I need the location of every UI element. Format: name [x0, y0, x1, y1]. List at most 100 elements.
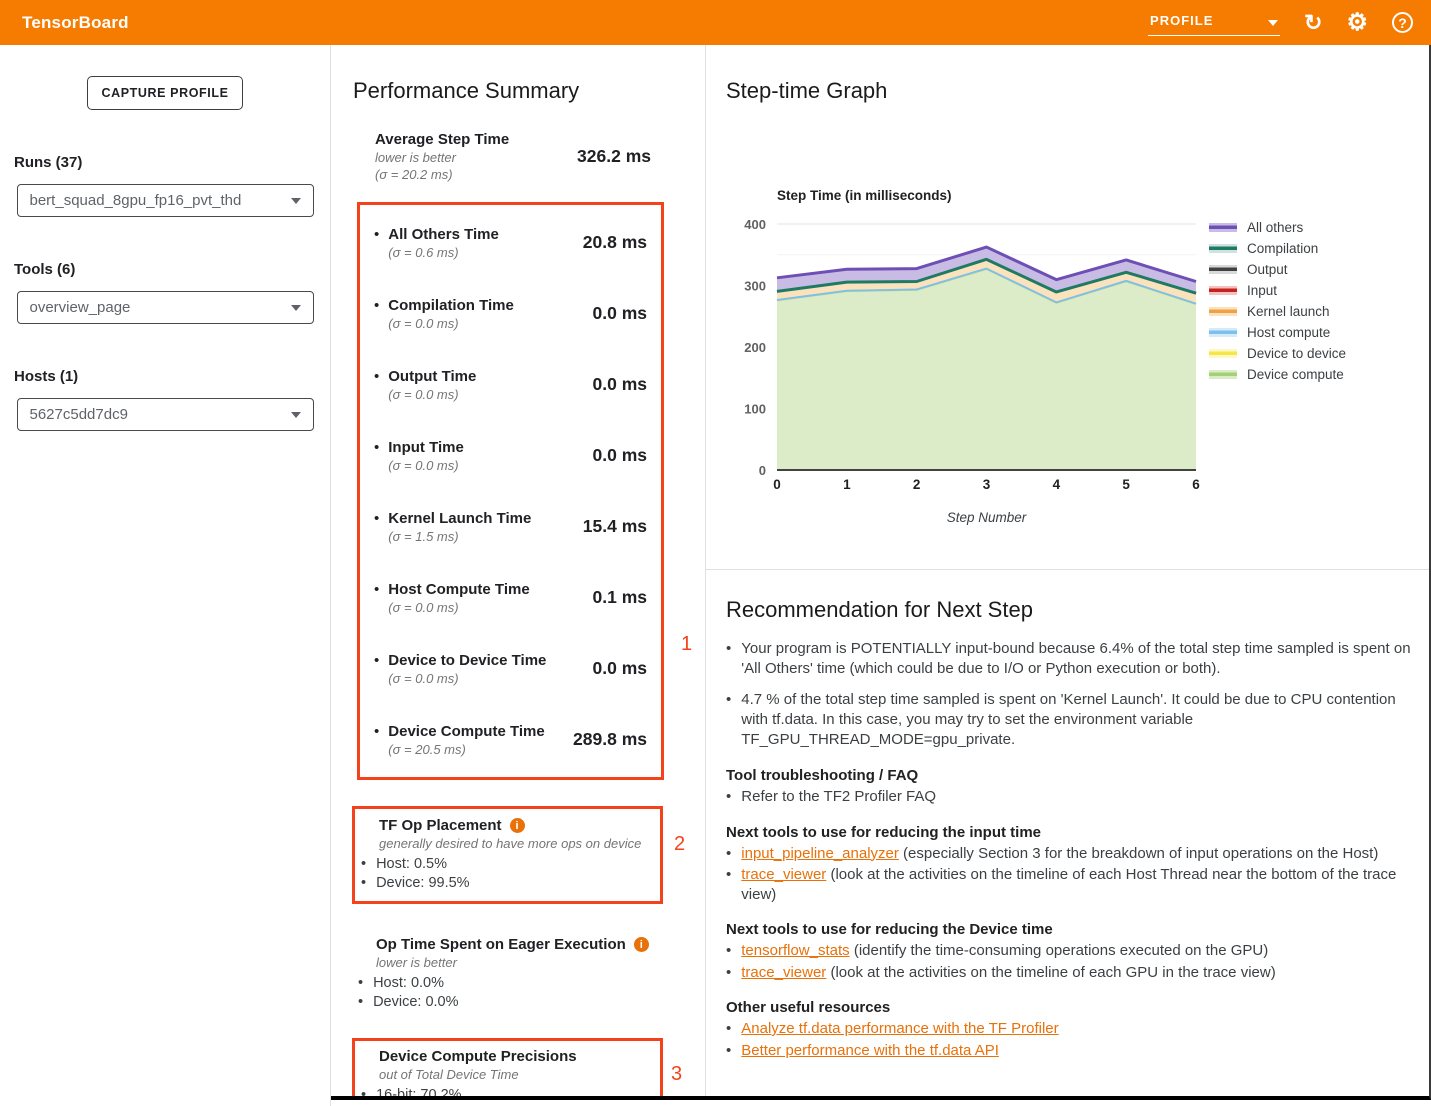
- section-list: • tensorflow_stats (identify the time-con…: [726, 941, 1416, 982]
- legend-swatch-line: [1209, 289, 1237, 293]
- metric-value: 0.0 ms: [593, 445, 647, 466]
- list-item-text: Host: 0.5%: [376, 855, 447, 874]
- help-icon[interactable]: ?: [1392, 12, 1413, 33]
- x-tick-label: 1: [843, 477, 851, 492]
- metric-value: 20.8 ms: [583, 232, 647, 253]
- breakdown-item: •Input Time(σ = 0.0 ms)0.0 ms: [374, 420, 647, 491]
- x-axis-label: Step Number: [947, 510, 1027, 525]
- legend-swatch-line: [1209, 331, 1237, 335]
- section-list: •input_pipeline_analyzer (especially Sec…: [726, 844, 1416, 905]
- legend-item-output: Output: [1209, 262, 1288, 277]
- step-time-chart: Step Time (in milliseconds)0100200300400…: [706, 183, 1428, 533]
- metric-value: 0.1 ms: [593, 587, 647, 608]
- dashboard-selector[interactable]: PROFILE: [1148, 9, 1280, 36]
- annotation-1: 1: [681, 633, 692, 656]
- section-heading: Next tools to use for reducing the Devic…: [726, 921, 1416, 938]
- section-list: •Refer to the TF2 Profiler FAQ: [726, 787, 1416, 807]
- settings-gear-icon[interactable]: ⚙: [1346, 12, 1368, 34]
- legend-label: Compilation: [1247, 241, 1318, 256]
- selector-dropdown-0[interactable]: bert_squad_8gpu_fp16_pvt_thd: [17, 184, 314, 217]
- x-tick-label: 2: [913, 477, 921, 492]
- bullet-icon: •: [358, 993, 363, 1012]
- x-tick-label: 4: [1053, 477, 1061, 492]
- recommendation-text: Your program is POTENTIALLY input-bound …: [741, 639, 1416, 679]
- metric-label: Output Time: [388, 368, 476, 385]
- tool-link[interactable]: Better performance with the tf.data API: [741, 1042, 999, 1059]
- tf-op-placement-box: TF Op Placement i generally desired to hav…: [352, 806, 663, 904]
- performance-summary-panel: Performance Summary Average Step Time lo…: [331, 45, 706, 1096]
- section-list: •Analyze tf.data performance with the TF…: [726, 1019, 1416, 1060]
- metric-label: Compilation Time: [388, 297, 514, 314]
- bullet-icon: •: [374, 297, 379, 331]
- tool-link[interactable]: trace_viewer: [741, 866, 826, 883]
- list-item-text: Host: 0.0%: [373, 974, 444, 993]
- block-title: TF Op Placement: [379, 817, 502, 834]
- selector-dropdown-2[interactable]: 5627c5dd7dc9: [17, 398, 314, 431]
- info-icon[interactable]: i: [634, 937, 649, 952]
- metric-sigma: (σ = 0.0 ms): [388, 387, 476, 402]
- step-time-breakdown-box: •All Others Time(σ = 0.6 ms)20.8 ms • Comp…: [357, 202, 664, 780]
- tool-link[interactable]: tensorflow_stats: [741, 942, 849, 959]
- legend-item-input: Input: [1209, 283, 1277, 298]
- performance-summary-title: Performance Summary: [353, 78, 705, 104]
- block-note: generally desired to have more ops on de…: [379, 836, 660, 851]
- breakdown-item: •Kernel Launch Time(σ = 1.5 ms)15.4 ms: [374, 491, 647, 562]
- x-tick-label: 5: [1122, 477, 1130, 492]
- list-item-text: trace_viewer (look at the activities on …: [741, 865, 1426, 904]
- block-note: out of Total Device Time: [379, 1067, 660, 1082]
- metric-label: Average Step Time: [375, 131, 509, 148]
- metric-label: Host Compute Time: [388, 581, 529, 598]
- section-heading: Next tools to use for reducing the input…: [726, 824, 1416, 841]
- bullet-icon: •: [726, 941, 731, 961]
- refresh-icon[interactable]: ↻: [1304, 12, 1322, 34]
- app-bar: TensorBoard PROFILE ↻ ⚙ ?: [0, 0, 1431, 45]
- list-item: •Better performance with the tf.data API: [726, 1041, 1426, 1061]
- section-heading: Tool troubleshooting / FAQ: [726, 767, 1416, 784]
- list-item: • tensorflow_stats (identify the time-con…: [726, 941, 1426, 961]
- info-icon[interactable]: i: [510, 818, 525, 833]
- breakdown-item: •All Others Time(σ = 0.6 ms)20.8 ms: [374, 207, 647, 278]
- legend-label: Kernel launch: [1247, 304, 1330, 319]
- metric-value: 326.2 ms: [577, 146, 651, 167]
- selector-value: overview_page: [30, 299, 131, 316]
- y-tick-label: 300: [744, 279, 766, 294]
- tool-link[interactable]: input_pipeline_analyzer: [741, 845, 899, 862]
- list-item-text: trace_viewer (look at the activities on …: [741, 963, 1275, 983]
- list-item-text: tensorflow_stats (identify the time-cons…: [741, 941, 1268, 961]
- selector-label: Hosts (1): [14, 368, 330, 385]
- list-item: • Host: 0.5%: [355, 855, 660, 874]
- metric-sigma: (σ = 0.0 ms): [388, 316, 514, 331]
- tool-link[interactable]: trace_viewer: [741, 964, 826, 981]
- recommendation-section: Next tools to use for reducing the Devic…: [726, 921, 1416, 982]
- selector-group-2: Hosts (1) 5627c5dd7dc9: [0, 368, 330, 431]
- chevron-down-icon: [291, 412, 301, 418]
- list-item: •trace_viewer (look at the activities on…: [726, 963, 1426, 983]
- bullet-icon: •: [374, 723, 379, 757]
- legend-swatch-line: [1209, 268, 1237, 272]
- block-note: lower is better: [376, 955, 663, 970]
- legend-swatch-line: [1209, 247, 1237, 251]
- recommendation-section: Other useful resources•Analyze tf.data p…: [726, 999, 1416, 1060]
- metric-sigma: (σ = 0.0 ms): [388, 458, 464, 473]
- selector-label: Runs (37): [14, 154, 330, 171]
- selector-group-0: Runs (37) bert_squad_8gpu_fp16_pvt_thd: [0, 154, 330, 217]
- bullet-icon: •: [726, 844, 731, 864]
- metric-sigma: (σ = 1.5 ms): [388, 529, 531, 544]
- compute-precisions-list: •16-bit: 70.2%•32-bit: 29.8%: [355, 1086, 660, 1100]
- legend-item-device-to-device: Device to device: [1209, 346, 1346, 361]
- list-item: •Device: 0.0%: [352, 993, 663, 1012]
- capture-profile-button[interactable]: CAPTURE PROFILE: [87, 76, 243, 110]
- tool-link[interactable]: Analyze tf.data performance with the TF …: [741, 1020, 1058, 1037]
- bullet-icon: •: [361, 855, 366, 874]
- breakdown-item: •Output Time(σ = 0.0 ms)0.0 ms: [374, 349, 647, 420]
- y-tick-label: 400: [744, 217, 766, 232]
- bullet-icon: •: [361, 874, 366, 893]
- selector-value: bert_squad_8gpu_fp16_pvt_thd: [30, 192, 242, 209]
- metric-note: lower is better: [375, 150, 509, 165]
- selector-dropdown-1[interactable]: overview_page: [17, 291, 314, 324]
- legend-label: Device compute: [1247, 367, 1344, 382]
- y-tick-label: 0: [759, 463, 766, 478]
- list-item: •input_pipeline_analyzer (especially Sec…: [726, 844, 1426, 864]
- list-item-text: Device: 99.5%: [376, 874, 470, 893]
- annotation-3: 3: [671, 1063, 682, 1086]
